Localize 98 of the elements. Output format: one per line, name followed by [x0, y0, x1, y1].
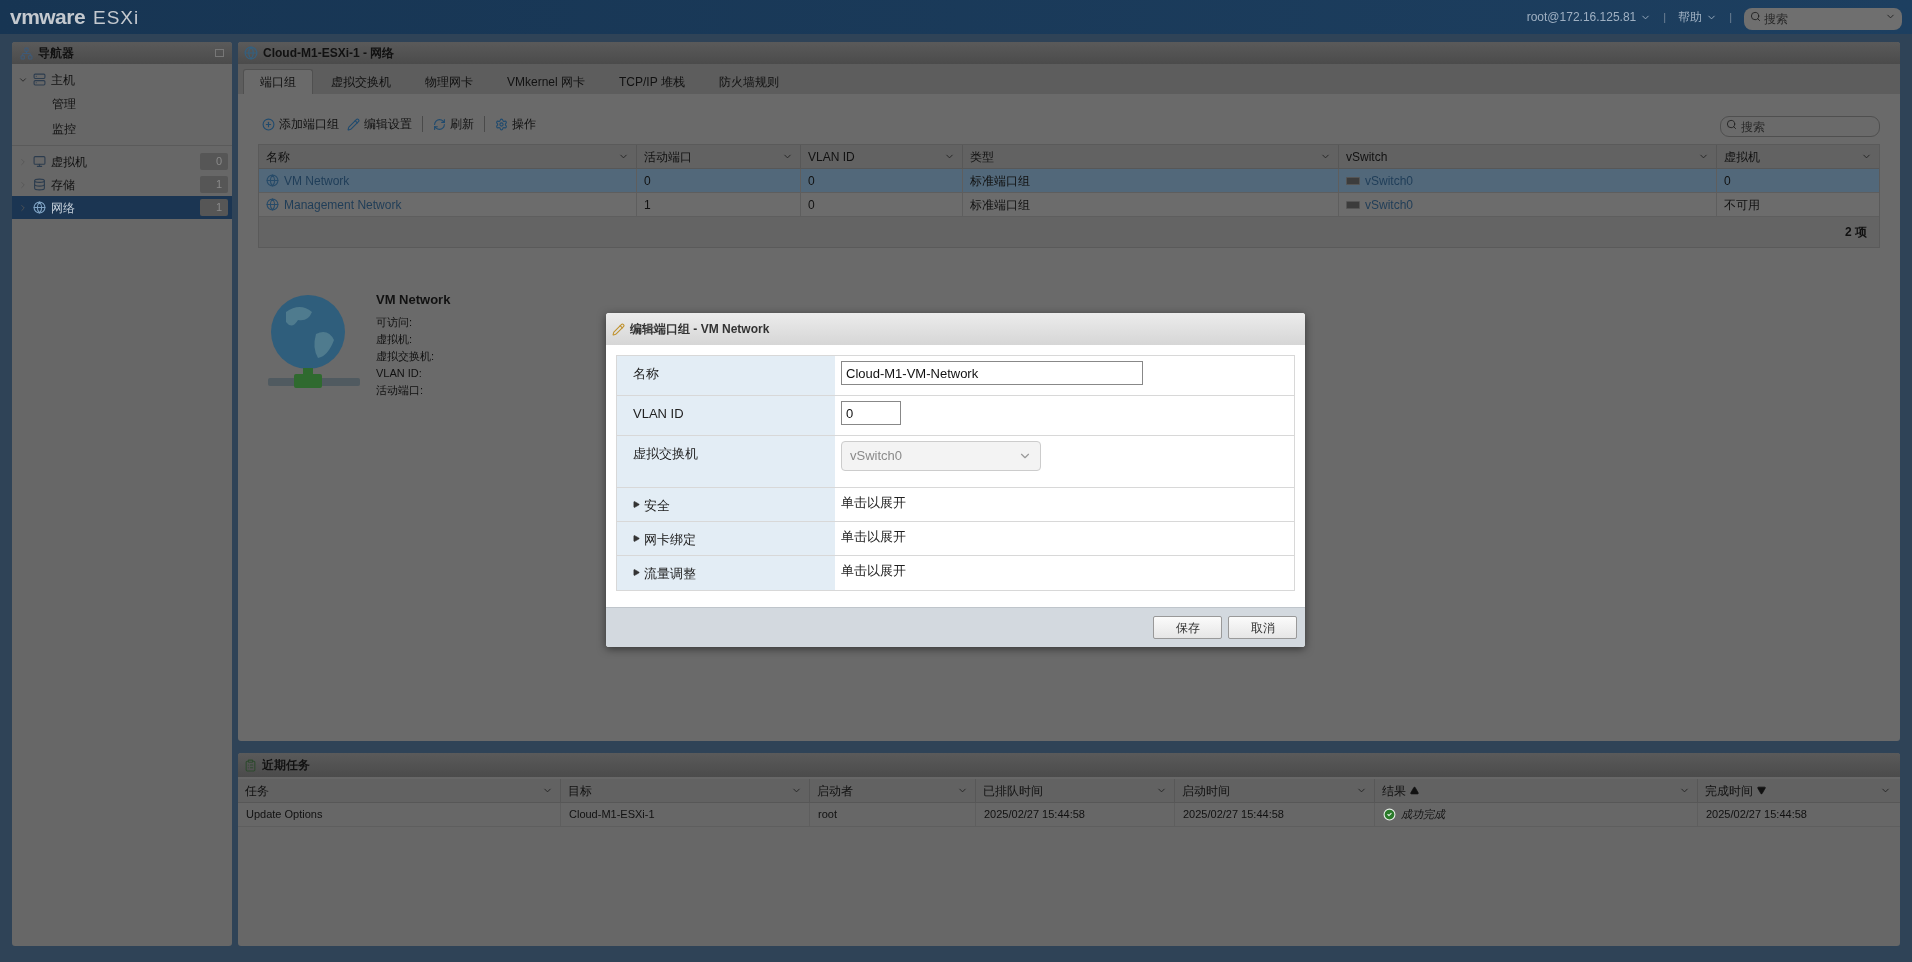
- expand-arrow-icon[interactable]: [633, 569, 640, 576]
- column-header[interactable]: 活动端口: [637, 145, 801, 168]
- table-cell-text: 1: [644, 196, 651, 214]
- logo-brand: vmware: [10, 4, 86, 31]
- expand-hint[interactable]: 单击以展开: [841, 561, 906, 581]
- panel-title: 近期任务: [262, 757, 310, 774]
- detail-label: 虚拟交换机:: [376, 348, 436, 364]
- toolbar-button[interactable]: 编辑设置: [343, 115, 416, 133]
- table-cell-text: 0: [808, 196, 815, 214]
- table-cell-text: 0: [808, 172, 815, 190]
- column-header[interactable]: 虚拟机: [1717, 145, 1879, 168]
- column-header[interactable]: 启动者: [810, 779, 976, 802]
- tab[interactable]: TCP/IP 堆栈: [603, 69, 701, 94]
- toolbar-button[interactable]: 添加端口组: [258, 115, 343, 133]
- column-header[interactable]: 类型: [963, 145, 1339, 168]
- field-label: VLAN ID: [633, 405, 684, 423]
- navigator-subitem[interactable]: 管理: [12, 91, 232, 116]
- text-field[interactable]: 0: [841, 401, 901, 425]
- column-header[interactable]: 结果: [1375, 779, 1698, 802]
- field-label: 虚拟交换机: [633, 445, 698, 463]
- search-icon: [1750, 11, 1761, 22]
- detail-label: 活动端口:: [376, 382, 425, 398]
- clipboard-icon: [244, 758, 257, 772]
- text-field[interactable]: Cloud-M1-VM-Network: [841, 361, 1143, 385]
- expand-hint[interactable]: 单击以展开: [841, 493, 906, 513]
- storage-icon: [33, 178, 46, 191]
- detail-label: 虚拟机:: [376, 331, 414, 347]
- field-label: 安全: [644, 497, 670, 515]
- table-cell-text: 0: [644, 172, 651, 190]
- toolbar-button[interactable]: 操作: [491, 115, 540, 133]
- detail-title: VM Network: [376, 291, 451, 309]
- collapse-icon[interactable]: [215, 49, 224, 57]
- header-menu[interactable]: 帮助: [1678, 8, 1718, 26]
- column-header[interactable]: 已排队时间: [976, 779, 1175, 802]
- vm-icon: [33, 155, 46, 168]
- table-cell-text: 0: [1724, 172, 1731, 190]
- globe-icon: [266, 198, 279, 211]
- toolbar-button[interactable]: 刷新: [429, 115, 478, 133]
- dialog-button[interactable]: 保存: [1153, 616, 1222, 639]
- table-cell-text: 标准端口组: [970, 196, 1030, 214]
- switch-icon: [1346, 200, 1360, 209]
- gear-icon: [495, 117, 508, 131]
- tab[interactable]: 虚拟交换机: [315, 69, 407, 94]
- navigator-item[interactable]: 主机: [12, 68, 232, 91]
- pencil-icon: [612, 322, 625, 336]
- tree-icon: [20, 46, 33, 60]
- table-cell[interactable]: vSwitch0: [1365, 195, 1414, 214]
- table-cell-text: 标准端口组: [970, 172, 1030, 190]
- table-cell-text: 成功完成: [1401, 807, 1445, 823]
- search-icon: [1726, 118, 1737, 130]
- column-header[interactable]: 任务: [238, 779, 561, 802]
- column-header[interactable]: 名称: [259, 145, 637, 168]
- table-cell-text: 2025/02/27 15:44:58: [1706, 807, 1807, 823]
- column-header[interactable]: 启动时间: [1175, 779, 1375, 802]
- table-cell-text: 不可用: [1724, 196, 1760, 214]
- field-label: 流量调整: [644, 565, 696, 583]
- table-cell-text: Update Options: [246, 807, 323, 823]
- divider-mark: |: [1663, 9, 1667, 25]
- logo-product: ESXi: [93, 6, 140, 31]
- tab[interactable]: 端口组: [243, 69, 313, 94]
- column-header[interactable]: 目标: [561, 779, 810, 802]
- navigator-subitem[interactable]: 监控: [12, 116, 232, 141]
- expand-hint[interactable]: 单击以展开: [841, 527, 906, 547]
- table-row[interactable]: Management Network 1 0 标准端口组 vSwitch0 不可用: [259, 193, 1879, 217]
- refresh-icon: [433, 117, 446, 131]
- pencil-icon: [347, 117, 360, 131]
- panel-title: Cloud-M1-ESXi-1 - 网络: [263, 45, 395, 62]
- header-menu[interactable]: root@172.16.125.81: [1526, 8, 1652, 26]
- table-cell[interactable]: Management Network: [284, 195, 402, 214]
- table-cell-text: root: [818, 807, 837, 823]
- column-header[interactable]: VLAN ID: [801, 145, 963, 168]
- add-icon: [262, 117, 275, 131]
- item-count: 2 项: [1845, 224, 1867, 241]
- divider-mark: |: [1729, 9, 1732, 25]
- expand-arrow-icon[interactable]: [633, 501, 640, 508]
- dialog-title: 编辑端口组 - VM Network: [630, 321, 770, 338]
- table-cell-text: Cloud-M1-ESXi-1: [569, 807, 655, 823]
- column-header[interactable]: 完成时间: [1698, 779, 1898, 802]
- tab[interactable]: 防火墙规则: [702, 69, 795, 94]
- field-label: 名称: [633, 365, 659, 383]
- field-label: 网卡绑定: [644, 531, 696, 549]
- panel-title: 导航器: [38, 45, 74, 62]
- switch-icon: [1346, 176, 1360, 185]
- tab[interactable]: VMkernel 网卡: [491, 69, 602, 94]
- network-icon: [33, 201, 46, 214]
- tab[interactable]: 物理网卡: [409, 69, 489, 94]
- expand-arrow-icon[interactable]: [633, 535, 640, 542]
- globe-icon: [244, 46, 258, 60]
- detail-label: VLAN ID:: [376, 365, 423, 381]
- host-icon: [33, 73, 46, 86]
- table-cell-text: 2025/02/27 15:44:58: [1183, 807, 1284, 823]
- table-cell-text: 2025/02/27 15:44:58: [984, 807, 1085, 823]
- dialog-button[interactable]: 取消: [1228, 616, 1297, 639]
- detail-label: 可访问:: [376, 314, 414, 330]
- search-field[interactable]: 搜索: [1744, 8, 1902, 30]
- globe-icon: [266, 174, 279, 187]
- search-field[interactable]: 搜索: [1720, 116, 1880, 137]
- column-header[interactable]: vSwitch: [1339, 145, 1717, 168]
